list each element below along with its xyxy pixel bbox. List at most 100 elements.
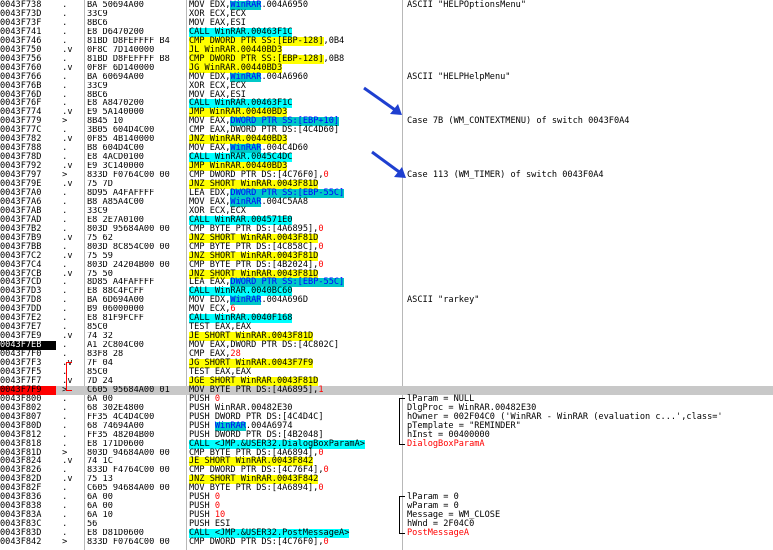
- annotation-arrow-icon: [371, 150, 406, 178]
- disasm-row[interactable]: 0043F807 . FF35 4C4D4C00 PUSH DWORD PTR DS…: [0, 412, 773, 422]
- disasm-row[interactable]: 0043F7AD . E8 2E7A0100 CALL WinRAR.004571E…: [0, 215, 773, 225]
- hex-dump-cell: E8 A8470200: [87, 99, 144, 109]
- hex-dump-cell: 8D95 A4FAFFFF: [87, 188, 155, 198]
- disasm-row[interactable]: 0043F82D .v 75 13 JNZ SHORT WinRAR.0043F84…: [0, 475, 773, 485]
- disasm-row[interactable]: 0043F7AB . 33C9 XOR ECX,ECX: [0, 206, 773, 216]
- disasm-row[interactable]: 0043F800 . 6A 00 PUSH 0 lParam = NULL: [0, 394, 773, 404]
- disasm-row[interactable]: 0043F77C . 3B05 604D4C00 CMP EAX,DWORD PTR…: [0, 126, 773, 135]
- address-cell[interactable]: 0043F842: [0, 538, 56, 547]
- comment-cell: Case 7B (WM_CONTEXTMENU) of switch 0043F…: [407, 116, 630, 127]
- hex-dump-cell: 803D 94684A00 00: [87, 448, 170, 458]
- disasm-row[interactable]: 0043F842 >833D F0764C00 00 CMP DWORD PTR …: [0, 538, 773, 547]
- disasm-row[interactable]: 0043F738 . BA 50694A00 MOV EDX,WinRAR.004A…: [0, 1, 773, 10]
- disasm-row[interactable]: 0043F7E2 . E8 81F9FCFF CALL WinRAR.0040F16…: [0, 314, 773, 324]
- disasm-row[interactable]: 0043F82F . C605 94684A00 00 MOV BYTE PTR D…: [0, 484, 773, 493]
- hex-dump-cell: 8BC6: [87, 18, 108, 28]
- hex-dump-cell: 833D F0764C00 00: [87, 171, 170, 181]
- disasm-row[interactable]: 0043F73D . 33C9 XOR ECX,ECX: [0, 9, 773, 19]
- disasm-row[interactable]: 0043F750 .v 0F8C 7D140000 JL WinRAR.00440B…: [0, 45, 773, 55]
- hex-dump-cell: 56: [87, 520, 98, 530]
- disasm-row[interactable]: 0043F81D >803D 94684A00 00 CMP BYTE PTR D…: [0, 448, 773, 458]
- hex-dump-cell: 83F8 28: [87, 350, 124, 360]
- disasm-row[interactable]: 0043F826 . 833D F4764C00 00 CMP DWORD PTR …: [0, 466, 773, 475]
- disasm-row[interactable]: 0043F7C2 .v 75 59 JNZ SHORT WinRAR.0043F81…: [0, 251, 773, 261]
- hex-dump-cell: C605 94684A00 00: [87, 484, 170, 494]
- disasm-row[interactable]: 0043F7F9 > C605 95684A00 01 MOV BYTE PTR D…: [0, 385, 773, 395]
- disasm-row[interactable]: 0043F7F0 . 83F8 28 CMP EAX,28: [0, 350, 773, 359]
- hex-dump-cell: E8 171D0600: [87, 439, 144, 449]
- disasm-row[interactable]: 0043F7CD . 8D85 A4FAFFFF LEA EAX,DWORD PTR…: [0, 278, 773, 288]
- instruction-part: 0: [323, 170, 329, 181]
- disasm-row[interactable]: 0043F812 . FF35 48204B00 PUSH DWORD PTR DS…: [0, 430, 773, 440]
- disasm-row[interactable]: 0043F760 .v 0F8F 6D140000 JG WinRAR.00440B…: [0, 63, 773, 73]
- disasm-row[interactable]: 0043F7DD . B9 06000000 MOV ECX,6: [0, 305, 773, 314]
- hex-dump-cell: 0F85 4B140000: [87, 135, 155, 145]
- disasm-row[interactable]: 0043F7B2 . 803D 95684A00 00 CMP BYTE PTR D…: [0, 223, 773, 234]
- disasm-row[interactable]: 0043F7F7 .v 7D 24 JGE SHORT WinRAR.0043F81…: [0, 376, 773, 386]
- hex-dump-cell: E9 3C140000: [87, 162, 144, 172]
- disasm-row[interactable]: 0043F7B9 .v 75 62 JNZ SHORT WinRAR.0043F81…: [0, 233, 773, 243]
- annotation-arrow-icon: [363, 86, 402, 115]
- instruction-part: 0: [323, 537, 329, 547]
- instruction-part: CMP DWORD PTR DS:[4C76F0],: [189, 537, 324, 547]
- disasm-row[interactable]: 0043F83C . 56 PUSH ESI hWnd = 2F04C0: [0, 520, 773, 529]
- disasm-row[interactable]: 0043F80D . 68 74694A00 PUSH WinRAR.004A697…: [0, 421, 773, 431]
- disasm-row[interactable]: 0043F741 . E8 D6470200 CALL WinRAR.00463F1…: [0, 27, 773, 37]
- hex-dump-cell: 803D 95684A00 00: [87, 224, 170, 234]
- hex-dump-cell: A1 2C804C00: [87, 341, 144, 351]
- disasm-row[interactable]: 0043F746 . 81BD D8FEFFFF B4 CMP DWORD PTR …: [0, 36, 773, 46]
- disassembly-listing[interactable]: 0043F738 . BA 50694A00 MOV EDX,WinRAR.004A…: [0, 0, 773, 550]
- disasm-row[interactable]: 0043F7F5 . 85C0 TEST EAX,EAX: [0, 367, 773, 377]
- hex-dump-cell: E8 4ACD0100: [87, 153, 144, 163]
- disasm-row[interactable]: 0043F83A . 6A 10 PUSH 10 Message = WM_CLOSE: [0, 511, 773, 520]
- disasm-row[interactable]: 0043F766 . BA 60694A00 MOV EDX,WinRAR.004A…: [0, 72, 773, 82]
- instruction-cell[interactable]: CMP DWORD PTR DS:[4C76F0],0: [189, 538, 329, 547]
- disasm-row[interactable]: 0043F756 . 81BD D8FEFFFF B8 CMP DWORD PTR …: [0, 54, 773, 64]
- hex-dump-cell: 8BC6: [87, 90, 108, 100]
- disasm-row[interactable]: 0043F7D8 . BA 6D694A00 MOV EDX,WinRAR.004A…: [0, 295, 773, 306]
- disasm-row[interactable]: 0043F838 . 6A 00 PUSH 0 wParam = 0: [0, 502, 773, 511]
- disasm-row[interactable]: 0043F824 .v 74 1C JE SHORT WinRAR.0043F842: [0, 457, 773, 467]
- hex-dump-cell: 6A 10: [87, 511, 113, 521]
- argument-brace: [399, 496, 405, 535]
- disasm-row[interactable]: 0043F7BB . 803D 8C854C00 00 CMP BYTE PTR D…: [0, 241, 773, 252]
- instruction-part: 0: [318, 483, 324, 494]
- disasm-row[interactable]: 0043F83D . E8 D81D0600 CALL <JMP.&USER32.P…: [0, 529, 773, 539]
- hex-dump-cell: 75 13: [87, 475, 113, 485]
- hex-dump-cell: 0F8F 6D140000: [87, 63, 155, 73]
- flow-marker: >: [57, 537, 68, 547]
- instruction-part: 0: [318, 241, 324, 252]
- hex-dump-cell: 833D F0764C00 00: [87, 538, 170, 547]
- hex-dump-cell: BA 60694A00: [87, 72, 144, 82]
- hex-dump-cell: 7D 24: [87, 376, 113, 386]
- hex-dump-cell: C605 95684A00 01: [87, 385, 170, 395]
- disasm-row[interactable]: 0043F782 .v 0F85 4B140000 JNZ WinRAR.00440…: [0, 135, 773, 145]
- hex-dump-cell: 803D 24204B00 00: [87, 260, 170, 270]
- instruction-part: 0: [318, 223, 324, 234]
- disasm-row[interactable]: 0043F7A0 . 8D95 A4FAFFFF LEA EDX,DWORD PTR…: [0, 188, 773, 198]
- hex-dump-cell: 33C9: [87, 206, 108, 216]
- disasm-row[interactable]: 0043F73F . 8BC6 MOV EAX,ESI: [0, 18, 773, 28]
- disasm-row[interactable]: 0043F7C4 . 803D 24204B00 00 CMP BYTE PTR D…: [0, 259, 773, 270]
- disasm-row[interactable]: 0043F7F3 .v 7F 04 JG SHORT WinRAR.0043F7F9: [0, 359, 773, 368]
- disasm-row[interactable]: 0043F818 . E8 171D0600 CALL <JMP.&USER32.D…: [0, 439, 773, 449]
- disasm-row[interactable]: 0043F7D3 . E8 88C4FCFF CALL WinRAR.0040BC6…: [0, 287, 773, 297]
- disasm-row[interactable]: 0043F836 . 6A 00 PUSH 0 lParam = 0: [0, 493, 773, 502]
- hex-dump-cell: FF35 48204B00: [87, 430, 155, 440]
- disasm-row[interactable]: 0043F7CB .v 75 50 JNZ SHORT WinRAR.0043F81…: [0, 269, 773, 279]
- hex-dump-cell: 8B45 10: [87, 117, 124, 127]
- hex-dump-cell: 68 74694A00: [87, 421, 144, 431]
- disasm-row[interactable]: 0043F7A6 . B8 A85A4C00 MOV EAX,WinRAR.004C…: [0, 197, 773, 207]
- instruction-part: 0: [318, 259, 324, 270]
- hex-dump-cell: E8 D81D0600: [87, 529, 144, 539]
- disasm-row[interactable]: 0043F7E9 .v 74 32 JE SHORT WinRAR.0043F81D: [0, 332, 773, 342]
- hex-dump-cell: 33C9: [87, 9, 108, 19]
- disasm-row[interactable]: 0043F7E7 . 85C0 TEST EAX,EAX: [0, 323, 773, 332]
- comment-cell: ASCII "HELPOptionsMenu": [407, 0, 526, 10]
- instruction-part: .004A696D: [261, 295, 309, 306]
- hex-dump-cell: 68 302E4800: [87, 403, 144, 413]
- hex-dump-cell: BA 6D694A00: [87, 296, 144, 306]
- hex-dump-cell: 81BD D8FEFFFF B8: [87, 54, 170, 64]
- comment-cell: ASCII "rarkey": [407, 295, 480, 306]
- disasm-row[interactable]: 0043F7EB . A1 2C804C00 MOV EAX,DWORD PTR D…: [0, 341, 773, 351]
